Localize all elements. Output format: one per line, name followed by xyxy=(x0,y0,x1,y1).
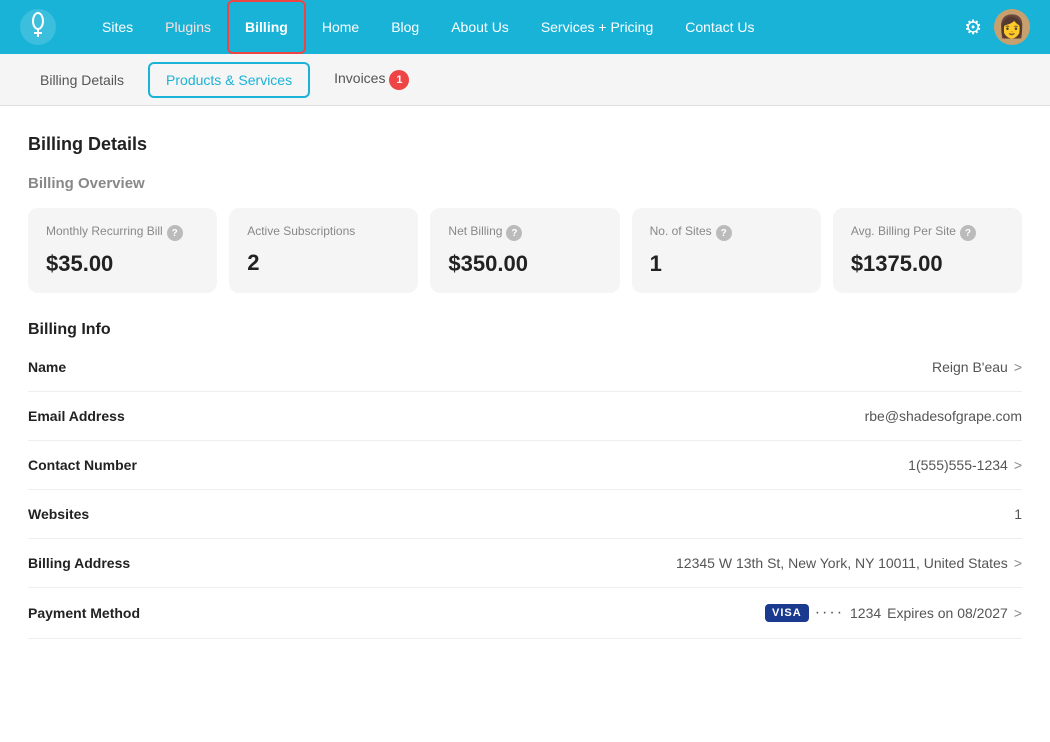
info-label-billing-address: Billing Address xyxy=(28,555,130,571)
billing-overview-title: Billing Overview xyxy=(28,175,1022,192)
invoices-badge: 1 xyxy=(389,70,409,90)
avg-help-icon[interactable]: ? xyxy=(960,225,976,241)
info-label-payment: Payment Method xyxy=(28,605,140,621)
nav-sites[interactable]: Sites xyxy=(86,0,149,54)
sites-help-icon[interactable]: ? xyxy=(716,225,732,241)
subnav-billing-details[interactable]: Billing Details xyxy=(24,64,140,96)
nav-links: Sites Plugins Billing Home Blog About Us… xyxy=(86,0,964,54)
card-monthly-recurring: Monthly Recurring Bill ? $35.00 xyxy=(28,208,217,293)
info-row-billing-address[interactable]: Billing Address 12345 W 13th St, New Yor… xyxy=(28,539,1022,588)
info-value-websites: 1 xyxy=(1014,506,1022,522)
billing-info-title: Billing Info xyxy=(28,321,1022,339)
nav-services-pricing[interactable]: Services + Pricing xyxy=(525,0,669,54)
chevron-icon: > xyxy=(1014,359,1022,375)
top-nav: Sites Plugins Billing Home Blog About Us… xyxy=(0,0,1050,54)
nav-billing[interactable]: Billing xyxy=(227,0,306,54)
info-label-name: Name xyxy=(28,359,66,375)
info-row-contact[interactable]: Contact Number 1(555)555-1234 > xyxy=(28,441,1022,490)
info-value-payment: VISA ···· 1234 Expires on 08/2027 > xyxy=(765,604,1022,622)
card-monthly-label: Monthly Recurring Bill xyxy=(46,224,163,240)
billing-details-title: Billing Details xyxy=(28,134,1022,155)
monthly-help-icon[interactable]: ? xyxy=(167,225,183,241)
info-row-websites: Websites 1 xyxy=(28,490,1022,539)
net-help-icon[interactable]: ? xyxy=(506,225,522,241)
nav-contact[interactable]: Contact Us xyxy=(669,0,770,54)
info-label-email: Email Address xyxy=(28,408,125,424)
info-row-email: Email Address rbe@shadesofgrape.com xyxy=(28,392,1022,441)
billing-cards: Monthly Recurring Bill ? $35.00 Active S… xyxy=(28,208,1022,293)
card-subscriptions-label: Active Subscriptions xyxy=(247,224,355,240)
card-net-value: $350.00 xyxy=(448,251,601,277)
card-no-of-sites: No. of Sites ? 1 xyxy=(632,208,821,293)
chevron-icon: > xyxy=(1014,555,1022,571)
nav-right: ⚙ 👩 xyxy=(964,9,1030,45)
info-value-email: rbe@shadesofgrape.com xyxy=(865,408,1022,424)
info-row-name[interactable]: Name Reign B'eau > xyxy=(28,343,1022,392)
info-label-websites: Websites xyxy=(28,506,89,522)
subnav-products-services[interactable]: Products & Services xyxy=(148,62,310,98)
card-sites-label: No. of Sites xyxy=(650,224,712,240)
nav-about[interactable]: About Us xyxy=(435,0,525,54)
chevron-icon: > xyxy=(1014,605,1022,621)
info-value-name: Reign B'eau > xyxy=(932,359,1022,375)
info-row-payment[interactable]: Payment Method VISA ···· 1234 Expires on… xyxy=(28,588,1022,639)
card-subscriptions-value: 2 xyxy=(247,250,400,276)
card-active-subscriptions: Active Subscriptions 2 xyxy=(229,208,418,293)
card-avg-billing: Avg. Billing Per Site ? $1375.00 xyxy=(833,208,1022,293)
info-value-billing-address: 12345 W 13th St, New York, NY 10011, Uni… xyxy=(676,555,1022,571)
info-value-contact: 1(555)555-1234 > xyxy=(908,457,1022,473)
logo[interactable] xyxy=(20,9,56,45)
card-expiry-label: Expires on 08/2027 xyxy=(887,605,1008,621)
info-label-contact: Contact Number xyxy=(28,457,137,473)
main-content: Billing Details Billing Overview Monthly… xyxy=(0,106,1050,742)
nav-blog[interactable]: Blog xyxy=(375,0,435,54)
visa-badge: VISA xyxy=(765,604,809,622)
nav-plugins[interactable]: Plugins xyxy=(149,0,227,54)
sub-nav: Billing Details Products & Services Invo… xyxy=(0,54,1050,106)
nav-home[interactable]: Home xyxy=(306,0,375,54)
card-last-four: 1234 xyxy=(850,605,881,621)
card-avg-label: Avg. Billing Per Site xyxy=(851,224,956,240)
card-monthly-value: $35.00 xyxy=(46,251,199,277)
settings-icon[interactable]: ⚙ xyxy=(964,15,982,40)
card-dots: ···· xyxy=(815,604,844,622)
card-avg-value: $1375.00 xyxy=(851,251,1004,277)
card-net-label: Net Billing xyxy=(448,224,502,240)
subnav-invoices[interactable]: Invoices1 xyxy=(318,62,425,98)
card-sites-value: 1 xyxy=(650,251,803,277)
card-net-billing: Net Billing ? $350.00 xyxy=(430,208,619,293)
avatar[interactable]: 👩 xyxy=(994,9,1030,45)
chevron-icon: > xyxy=(1014,457,1022,473)
